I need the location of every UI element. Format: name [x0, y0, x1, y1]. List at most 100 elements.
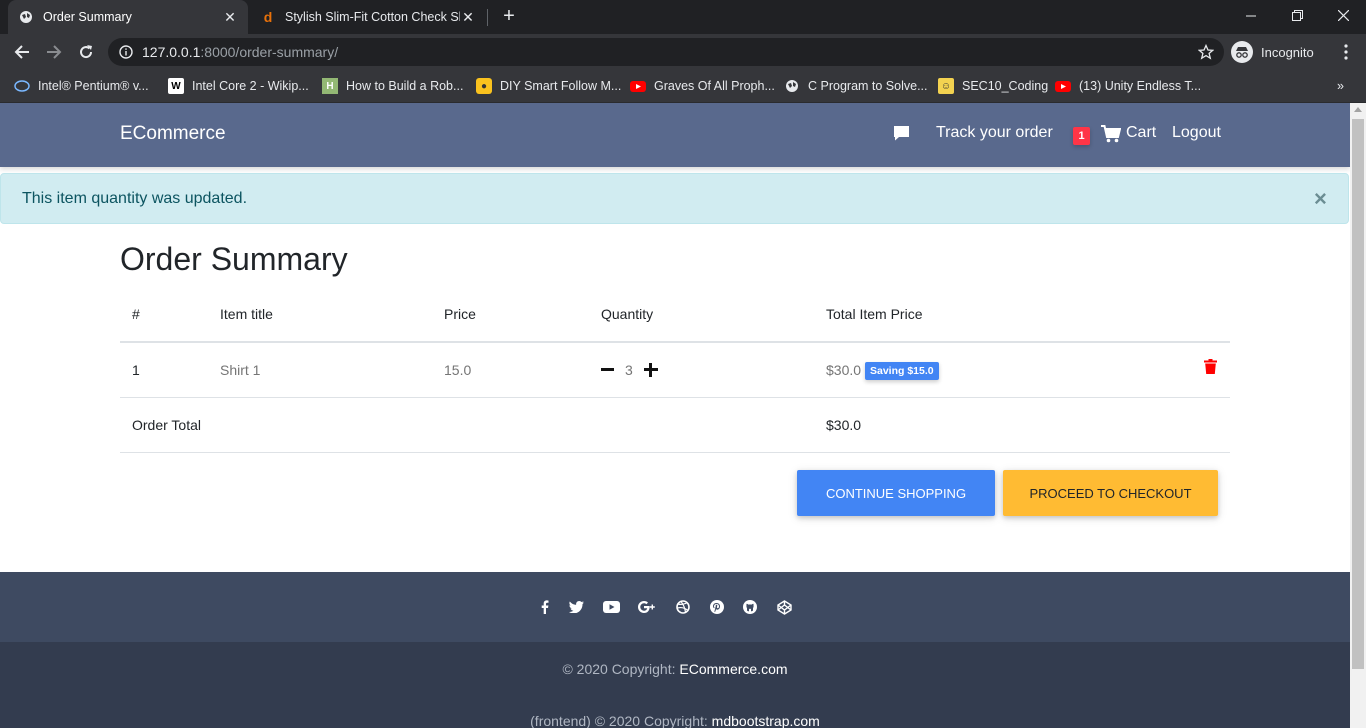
frontend-copyright-text: (frontend) © 2020 Copyright: mdbootstrap…	[0, 713, 1350, 728]
copyright-link[interactable]: ECommerce.com	[679, 661, 787, 677]
cart-link[interactable]: Cart	[1126, 124, 1156, 142]
close-tab-icon[interactable]: ✕	[222, 9, 238, 26]
page-title: Order Summary	[120, 241, 348, 277]
page-scrollbar[interactable]	[1350, 103, 1366, 728]
order-total-label: Order Total	[132, 417, 201, 433]
bookmark-label: Graves Of All Proph...	[654, 79, 775, 93]
table-row-divider	[120, 397, 1230, 398]
pinterest-icon[interactable]	[707, 597, 727, 617]
globe-icon	[784, 78, 800, 94]
reload-icon[interactable]	[73, 39, 99, 65]
track-order-link[interactable]: Track your order	[936, 124, 1053, 142]
bookmark-label: (13) Unity Endless T...	[1079, 79, 1202, 93]
tab-stylish-shirt[interactable]: d Stylish Slim-Fit Cotton Check Shirt ✕	[250, 0, 486, 34]
close-window-button[interactable]	[1320, 0, 1366, 30]
tab-separator	[487, 9, 488, 26]
restore-button[interactable]	[1274, 0, 1320, 30]
url-host: 127.0.0.1	[142, 44, 201, 60]
order-total-value: $30.0	[826, 417, 862, 433]
bookmark-item[interactable]: H How to Build a Rob...	[322, 76, 463, 96]
brand-logo[interactable]: ECommerce	[120, 123, 226, 145]
incognito-indicator[interactable]: Incognito	[1231, 39, 1314, 65]
proceed-to-checkout-button[interactable]: Proceed to checkout	[1003, 470, 1218, 516]
scroll-up-arrow-icon[interactable]	[1354, 107, 1362, 112]
saving-badge: Saving $15.0	[865, 362, 939, 380]
back-arrow-icon[interactable]	[9, 39, 35, 65]
logout-link[interactable]: Logout	[1172, 124, 1221, 142]
browser-menu-icon[interactable]	[1333, 39, 1359, 65]
github-icon[interactable]	[740, 597, 760, 617]
close-tab-icon[interactable]: ✕	[460, 9, 476, 26]
bookmark-item[interactable]: Graves Of All Proph...	[630, 76, 775, 96]
facebook-icon[interactable]	[535, 597, 555, 617]
intel-icon	[14, 78, 30, 94]
dribbble-icon[interactable]	[673, 597, 693, 617]
minimize-button[interactable]	[1228, 0, 1274, 30]
wikipedia-icon: W	[168, 78, 184, 94]
column-header-index: #	[132, 306, 140, 322]
tab-title: Order Summary	[43, 10, 132, 24]
instructables-icon: ●	[476, 78, 492, 94]
minus-icon[interactable]	[601, 368, 614, 371]
youtube-icon[interactable]	[601, 597, 621, 617]
bookmark-label: Intel® Pentium® v...	[38, 79, 149, 93]
browser-tab-strip: Order Summary ✕ d Stylish Slim-Fit Cotto…	[0, 0, 1366, 34]
bookmark-label: DIY Smart Follow M...	[500, 79, 622, 93]
bookmark-item[interactable]: Intel® Pentium® v...	[14, 76, 149, 96]
trash-icon[interactable]	[1204, 359, 1217, 379]
continue-shopping-button[interactable]: Continue shopping	[797, 470, 995, 516]
youtube-icon	[630, 78, 646, 94]
cart-count-badge: 1	[1073, 127, 1090, 145]
smiley-icon: ☺	[938, 78, 954, 94]
bookmark-label: SEC10_Coding	[962, 79, 1049, 93]
url-text: 127.0.0.1:8000/order-summary/	[142, 44, 338, 60]
item-title: Shirt 1	[220, 362, 261, 378]
codepen-icon[interactable]	[774, 597, 794, 617]
item-quantity: 3	[625, 362, 633, 378]
frontend-copyright-prefix: (frontend) © 2020 Copyright:	[530, 713, 712, 728]
site-info-icon[interactable]	[113, 39, 139, 65]
tab-order-summary[interactable]: Order Summary ✕	[8, 0, 248, 34]
google-plus-icon[interactable]	[637, 597, 657, 617]
table-row-divider	[120, 452, 1230, 453]
url-path: :8000/order-summary/	[200, 44, 339, 60]
table-header-divider	[120, 341, 1230, 343]
bookmark-item[interactable]: W Intel Core 2 - Wikip...	[168, 76, 309, 96]
item-price: 15.0	[444, 362, 472, 378]
column-header-quantity: Quantity	[601, 306, 654, 322]
bookmark-item[interactable]: C Program to Solve...	[784, 76, 928, 96]
bookmark-item[interactable]: ☺ SEC10_Coding	[938, 76, 1048, 96]
twitter-icon[interactable]	[566, 597, 586, 617]
column-header-price: Price	[444, 306, 476, 322]
bookmark-label: Intel Core 2 - Wikip...	[192, 79, 309, 93]
chat-icon[interactable]	[893, 125, 910, 147]
bookmark-item[interactable]: ● DIY Smart Follow M...	[476, 76, 621, 96]
copyright-prefix: © 2020 Copyright:	[562, 661, 680, 677]
copyright-text: © 2020 Copyright: ECommerce.com	[0, 661, 1350, 677]
cart-icon[interactable]	[1101, 125, 1122, 148]
bookmark-item[interactable]: (13) Unity Endless T...	[1055, 76, 1201, 96]
more-bookmarks-icon[interactable]: »	[1337, 76, 1344, 96]
close-icon[interactable]: ×	[1314, 186, 1327, 212]
column-header-item-title: Item title	[220, 306, 273, 322]
site-d-icon: d	[263, 9, 273, 25]
web-page: ECommerce Track your order 1 Cart Logout…	[0, 103, 1350, 728]
youtube-icon	[1055, 78, 1071, 94]
new-tab-button[interactable]: +	[498, 5, 520, 27]
plus-icon[interactable]	[644, 363, 658, 377]
site-navbar: ECommerce Track your order 1 Cart Logout	[0, 103, 1350, 167]
incognito-label: Incognito	[1261, 44, 1314, 60]
mdbootstrap-link[interactable]: mdbootstrap.com	[712, 713, 820, 728]
incognito-icon	[1231, 41, 1253, 63]
column-header-total-item-price: Total Item Price	[826, 306, 923, 322]
bookmark-star-icon[interactable]	[1193, 39, 1219, 65]
scrollbar-thumb[interactable]	[1352, 119, 1364, 669]
row-index: 1	[132, 362, 140, 378]
forward-arrow-icon[interactable]	[41, 39, 67, 65]
info-alert: This item quantity was updated. ×	[0, 173, 1349, 224]
bookmark-label: C Program to Solve...	[808, 79, 928, 93]
item-total-price: $30.0	[826, 362, 862, 378]
alert-message: This item quantity was updated.	[22, 190, 248, 207]
globe-icon	[18, 9, 34, 25]
bookmark-label: How to Build a Rob...	[346, 79, 464, 93]
